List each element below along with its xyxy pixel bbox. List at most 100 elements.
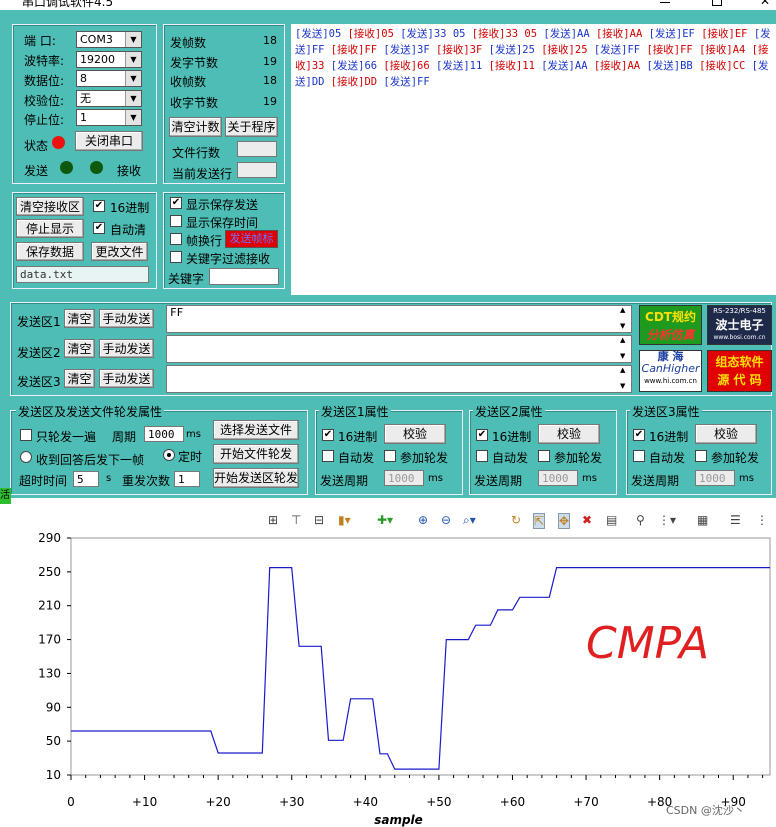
area3-check-button[interactable]: 校验 bbox=[695, 424, 757, 444]
about-button[interactable]: 关于程序 bbox=[225, 117, 278, 137]
period-input[interactable]: 1000 bbox=[144, 426, 184, 442]
scroll-up-icon[interactable]: ▲ bbox=[620, 336, 625, 344]
handwritten-annotation: CMPA bbox=[586, 618, 709, 669]
area2-period-input[interactable]: 1000 bbox=[538, 470, 578, 486]
grid-tool-icon[interactable]: ⊟ bbox=[314, 513, 324, 527]
x-tick-label: 0 bbox=[67, 795, 75, 809]
list-icon[interactable]: ☰ bbox=[730, 513, 741, 527]
close-icon[interactable]: ✕ bbox=[760, 0, 770, 8]
clear-count-button[interactable]: 清空计数 bbox=[169, 117, 222, 137]
refresh-icon[interactable]: ↻ bbox=[511, 513, 521, 527]
stopbits-select[interactable]: 1 ▼ bbox=[76, 109, 142, 126]
zoom-box-icon[interactable]: ⌕▾ bbox=[463, 513, 476, 528]
add-series-icon[interactable]: ✚▾ bbox=[377, 513, 393, 527]
binoculars-icon[interactable]: ⚲ bbox=[636, 513, 645, 527]
keyword-filter-checkbox[interactable] bbox=[170, 251, 182, 263]
pan-icon[interactable]: ✥ bbox=[558, 513, 571, 529]
show-save-send-label: 显示保存发送 bbox=[186, 198, 259, 212]
frame-wrap-checkbox[interactable] bbox=[170, 233, 182, 245]
cursor-tool-icon[interactable]: ⊞ bbox=[268, 513, 278, 527]
save-data-button[interactable]: 保存数据 bbox=[16, 242, 84, 261]
manual-send3-button[interactable]: 手动发送 bbox=[99, 369, 154, 388]
select-send-file-button[interactable]: 选择发送文件 bbox=[213, 420, 299, 440]
scroll-down-icon[interactable]: ▼ bbox=[620, 382, 625, 390]
retry-label: 重发次数 bbox=[122, 474, 171, 488]
clear-receive-button[interactable]: 清空接收区 bbox=[16, 197, 84, 216]
delete-icon[interactable]: ✖ bbox=[582, 513, 592, 527]
start-file-rotation-button[interactable]: 开始文件轮发 bbox=[213, 444, 299, 464]
receive-log[interactable]: [发送]05 [接收]05 [发送]33 05 [接收]33 05 [发送]AA… bbox=[291, 24, 776, 295]
log-entry: [发送]05 bbox=[295, 28, 348, 40]
scroll-down-icon[interactable]: ▼ bbox=[620, 322, 625, 330]
auto-scale-icon[interactable]: ⇱ bbox=[533, 513, 546, 529]
canhigher-ad[interactable]: 康 海 CanHigher www.hi.com.cn bbox=[639, 350, 702, 392]
scroll-down-icon[interactable]: ▼ bbox=[620, 352, 625, 360]
parity-select[interactable]: 无 ▼ bbox=[76, 90, 142, 107]
keyword-input[interactable] bbox=[209, 268, 279, 285]
send-area3-input[interactable] bbox=[166, 365, 632, 393]
legend-icon[interactable]: ▦ bbox=[697, 513, 708, 527]
port-select[interactable]: COM3 ▼ bbox=[76, 31, 142, 48]
area1-check-button[interactable]: 校验 bbox=[384, 424, 446, 444]
area3-period-label: 发送周期 bbox=[631, 474, 680, 488]
clear-send3-button[interactable]: 清空 bbox=[64, 369, 95, 388]
show-save-send-checkbox[interactable]: ✔ bbox=[170, 197, 182, 209]
send-indicator-label: 发送 bbox=[24, 164, 49, 178]
scroll-up-icon[interactable]: ▲ bbox=[620, 366, 625, 374]
send-frame-mark-button[interactable]: 发送帧标 bbox=[225, 230, 278, 248]
area2-auto-checkbox[interactable] bbox=[476, 450, 488, 462]
area3-auto-checkbox[interactable] bbox=[633, 450, 645, 462]
properties-icon[interactable]: ▤ bbox=[606, 513, 617, 527]
clear-send2-button[interactable]: 清空 bbox=[64, 339, 95, 358]
area1-period-input[interactable]: 1000 bbox=[384, 470, 424, 486]
area1-join-checkbox[interactable] bbox=[384, 450, 396, 462]
send-area2-input[interactable] bbox=[166, 335, 632, 363]
send-area1-input[interactable]: FF bbox=[166, 305, 632, 333]
area1-hex-checkbox[interactable]: ✔ bbox=[322, 429, 334, 441]
area1-auto-checkbox[interactable] bbox=[322, 450, 334, 462]
start-area-rotation-button[interactable]: 开始发送区轮发 bbox=[213, 468, 299, 488]
log-entry: [发送]66 bbox=[330, 60, 384, 72]
change-file-button[interactable]: 更改文件 bbox=[91, 242, 148, 261]
config-software-ad[interactable]: 组态软件源 代 码 bbox=[707, 350, 772, 392]
manual-send2-button[interactable]: 手动发送 bbox=[99, 339, 154, 358]
area2-join-checkbox[interactable] bbox=[538, 450, 550, 462]
area2-check-button[interactable]: 校验 bbox=[538, 424, 600, 444]
more-icon[interactable]: ⋮ bbox=[756, 513, 768, 527]
show-save-time-checkbox[interactable] bbox=[170, 215, 182, 227]
minimize-icon[interactable] bbox=[660, 2, 670, 3]
timed-radio[interactable] bbox=[163, 449, 175, 461]
log-entry: [发送]AA bbox=[543, 28, 596, 40]
close-port-button[interactable]: 关闭串口 bbox=[75, 131, 143, 151]
filename-field[interactable]: data.txt bbox=[16, 266, 149, 283]
area3-hex-checkbox[interactable]: ✔ bbox=[633, 429, 645, 441]
once-checkbox[interactable] bbox=[20, 429, 32, 441]
area2-auto-label: 自动发 bbox=[492, 451, 529, 465]
hex-checkbox[interactable]: ✔ bbox=[93, 200, 105, 212]
log-entry: [发送]FF bbox=[593, 44, 647, 56]
zoom-in-icon[interactable]: ⊕ bbox=[418, 513, 428, 527]
auto-clear-checkbox[interactable]: ✔ bbox=[93, 222, 105, 234]
log-entry: [接收]11 bbox=[488, 60, 542, 72]
clear-send1-button[interactable]: 清空 bbox=[64, 309, 95, 328]
recv-led-icon bbox=[90, 161, 103, 174]
bosi-electronics-ad[interactable]: RS-232/RS-485 波士电子 www.bosi.com.cn bbox=[707, 305, 772, 345]
reply-next-radio[interactable] bbox=[20, 451, 32, 463]
timeout-input[interactable]: 5 bbox=[73, 471, 99, 487]
area3-auto-label: 自动发 bbox=[649, 451, 686, 465]
manual-send1-button[interactable]: 手动发送 bbox=[99, 309, 154, 328]
marker-icon[interactable]: ⋮▾ bbox=[658, 513, 676, 527]
stop-display-button[interactable]: 停止显示 bbox=[16, 219, 84, 238]
retry-input[interactable]: 1 bbox=[174, 471, 200, 487]
area2-hex-checkbox[interactable]: ✔ bbox=[476, 429, 488, 441]
chart-type-icon[interactable]: ▮▾ bbox=[338, 513, 351, 527]
align-tool-icon[interactable]: ⊤ bbox=[291, 513, 301, 527]
zoom-out-icon[interactable]: ⊖ bbox=[441, 513, 451, 527]
scroll-up-icon[interactable]: ▲ bbox=[620, 306, 625, 314]
area3-period-input[interactable]: 1000 bbox=[695, 470, 735, 486]
maximize-icon[interactable] bbox=[712, 0, 722, 6]
baud-select[interactable]: 19200 ▼ bbox=[76, 51, 142, 68]
databits-select[interactable]: 8 ▼ bbox=[76, 70, 142, 87]
cdt-protocol-ad[interactable]: CDT规约 分析仿真 bbox=[639, 305, 702, 345]
area3-join-checkbox[interactable] bbox=[695, 450, 707, 462]
